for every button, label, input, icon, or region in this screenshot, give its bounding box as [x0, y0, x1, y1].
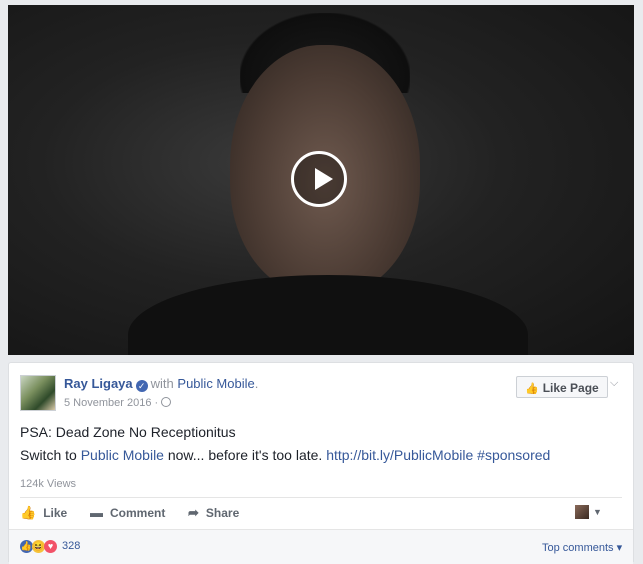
like-label: Like — [43, 506, 68, 520]
view-count: 124k Views — [20, 478, 77, 490]
post-header: Ray Ligaya ✓ with Public Mobile. — [64, 376, 258, 392]
url-link[interactable]: http://bit.ly/PublicMobile — [326, 447, 473, 463]
comment-button[interactable]: ▬ Comment — [90, 505, 165, 520]
love-reaction-icon[interactable]: ♥ — [44, 540, 57, 553]
line2-prefix: Switch to — [20, 447, 81, 463]
share-button[interactable]: ➦ Share — [188, 505, 239, 521]
video-player[interactable] — [8, 5, 634, 355]
line2-middle: now... before it's too late. — [163, 447, 327, 463]
globe-icon — [161, 397, 172, 407]
caret-down-icon[interactable]: ▼ — [593, 507, 602, 517]
hashtag-link[interactable]: #sponsored — [477, 447, 550, 463]
verified-icon: ✓ — [135, 380, 148, 392]
post-meta: 5 November 2016 · — [64, 397, 172, 409]
post-text-line1: PSA: Dead Zone No Receptionitus — [20, 424, 236, 440]
page-suffix: . — [254, 376, 259, 391]
video-frame-shoulders — [128, 275, 528, 355]
like-page-label: Like Page — [542, 381, 599, 395]
action-bar: 👍 Like ▬ Comment ➦ Share — [20, 501, 624, 529]
chevron-down-icon[interactable]: ⌵ — [610, 377, 618, 390]
post-date[interactable]: 5 November 2016 — [64, 397, 151, 409]
divider — [20, 497, 622, 498]
top-comments-dropdown[interactable]: Top comments ▾ — [542, 541, 622, 554]
thumbs-up-icon: 👍 — [525, 383, 539, 395]
meta-separator: · — [154, 397, 159, 409]
tagged-page-link[interactable]: Public Mobile — [177, 376, 254, 391]
comment-label: Comment — [110, 506, 166, 520]
reaction-count[interactable]: 328 — [62, 540, 80, 552]
like-page-button[interactable]: 👍 Like Page — [516, 376, 608, 398]
share-icon: ➦ — [188, 505, 199, 520]
post-card: Ray Ligaya ✓ with Public Mobile. 5 Novembe… — [8, 362, 634, 564]
reactions-bar: 👍 😆 ♥ 328 Top comments ▾ — [9, 529, 633, 564]
like-button[interactable]: 👍 Like — [20, 505, 67, 521]
play-icon[interactable] — [291, 151, 347, 207]
author-name[interactable]: Ray Ligaya — [64, 376, 133, 391]
with-label: with — [150, 376, 174, 391]
post-text-line2: Switch to Public Mobile now... before it… — [20, 447, 550, 463]
public-mobile-link[interactable]: Public Mobile — [81, 447, 164, 463]
like-icon: 👍 — [20, 505, 37, 520]
share-label: Share — [205, 506, 240, 520]
comment-icon: ▬ — [90, 505, 103, 520]
avatar[interactable] — [20, 375, 56, 411]
viewer-avatar[interactable] — [575, 505, 589, 519]
